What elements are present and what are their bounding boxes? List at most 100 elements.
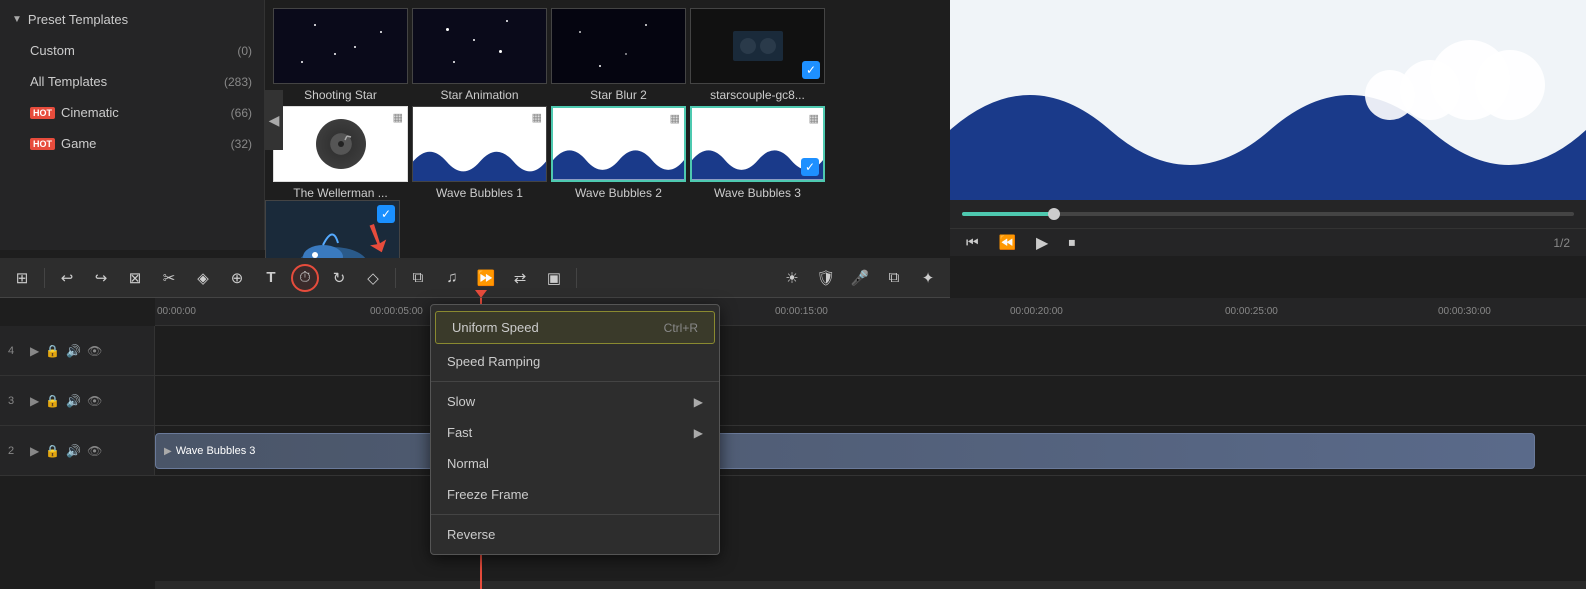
game-label: Game bbox=[61, 136, 231, 151]
track-row-2: 2 ▶ 🔒 🔊 👁 ▶ Wave Bubbles 3 bbox=[0, 426, 1586, 476]
track-3-content[interactable] bbox=[155, 376, 1586, 425]
track-3-audio[interactable]: 🔊 bbox=[66, 394, 81, 408]
grid-btn[interactable]: ⊞ bbox=[8, 264, 36, 292]
fast-arrow: ▶ bbox=[694, 426, 703, 440]
divider-3 bbox=[576, 268, 577, 288]
audio-eq-btn[interactable]: ♫ bbox=[438, 264, 466, 292]
crop-btn[interactable]: ⊕ bbox=[223, 264, 251, 292]
track-4-lock[interactable]: 🔒 bbox=[45, 344, 60, 358]
pip-btn[interactable]: ▣ bbox=[540, 264, 568, 292]
template-wellerman[interactable]: ▦ The Wellerman ... bbox=[273, 106, 408, 200]
track-2-play[interactable]: ▶ bbox=[30, 444, 39, 458]
sidebar: ▼ Preset Templates Custom (0) All Templa… bbox=[0, 0, 265, 250]
transition-btn[interactable]: ⇄ bbox=[506, 264, 534, 292]
wave-bubbles-3-clip[interactable]: ▶ Wave Bubbles 3 bbox=[155, 433, 1535, 469]
thumb-wave-bubbles-1: ▦ bbox=[412, 106, 547, 182]
thumb-star-animation bbox=[412, 8, 547, 84]
keyframe-btn[interactable]: ◇ bbox=[359, 264, 387, 292]
track-4-content[interactable] bbox=[155, 326, 1586, 375]
tag-btn[interactable]: ◈ bbox=[189, 264, 217, 292]
menu-item-normal[interactable]: Normal bbox=[431, 448, 719, 479]
thumb-shooting-star bbox=[273, 8, 408, 84]
ruler-mark-3: 00:00:15:00 bbox=[775, 306, 828, 317]
sidebar-preset-label: Preset Templates bbox=[28, 12, 252, 27]
hot-badge-cinematic: HOT bbox=[30, 107, 55, 119]
ruler-mark-0: 00:00:00 bbox=[157, 306, 196, 317]
music-disc-icon bbox=[316, 119, 366, 169]
thumb-star-blur-2 bbox=[551, 8, 686, 84]
h-scrollbar[interactable] bbox=[155, 581, 1586, 589]
rotate-btn[interactable]: ↻ bbox=[325, 264, 353, 292]
redo-btn[interactable]: ↪ bbox=[87, 264, 115, 292]
ruler-marks: 00:00:00 00:00:05:00 00:00:10:00 00:00:1… bbox=[155, 298, 1586, 325]
playhead-arrow bbox=[475, 290, 487, 298]
ruler-mark-6: 00:00:30:00 bbox=[1438, 306, 1491, 317]
mic-btn[interactable]: 🎤 bbox=[846, 264, 874, 292]
menu-divider-1 bbox=[431, 381, 719, 382]
speed2-btn[interactable]: ⏩ bbox=[472, 264, 500, 292]
cinematic-label: Cinematic bbox=[61, 105, 231, 120]
progress-knob[interactable] bbox=[1048, 208, 1060, 220]
template-wave-bubbles-1[interactable]: ▦ Wave Bubbles 1 bbox=[412, 106, 547, 200]
track-row-4: 4 ▶ 🔒 🔊 👁 bbox=[0, 326, 1586, 376]
play-btn[interactable]: ▶ bbox=[1036, 233, 1048, 253]
nav-left-arrow[interactable]: ◀ bbox=[265, 90, 283, 150]
preview-area-bg bbox=[950, 0, 1586, 200]
track-2-eye[interactable]: 👁 bbox=[87, 444, 102, 458]
track-3-play[interactable]: ▶ bbox=[30, 394, 39, 408]
track-2-audio[interactable]: 🔊 bbox=[66, 444, 81, 458]
template-stars-couple[interactable]: ✓ starscouple-gc8... bbox=[690, 8, 825, 102]
progress-bar[interactable] bbox=[962, 212, 1574, 216]
back-btn[interactable]: ⏪ bbox=[999, 234, 1016, 251]
undo-btn[interactable]: ↩ bbox=[53, 264, 81, 292]
track-3-eye[interactable]: 👁 bbox=[87, 394, 102, 408]
stars-couple-check: ✓ bbox=[802, 61, 820, 79]
track-2-controls: 2 ▶ 🔒 🔊 👁 bbox=[0, 426, 155, 475]
film-icon-wellerman: ▦ bbox=[393, 111, 403, 124]
shooting-star-label: Shooting Star bbox=[304, 88, 377, 102]
template-wave-bubbles-3[interactable]: ✓ ▦ Wave Bubbles 3 bbox=[690, 106, 825, 200]
track-3-controls: 3 ▶ 🔒 🔊 👁 bbox=[0, 376, 155, 425]
track-2-lock[interactable]: 🔒 bbox=[45, 444, 60, 458]
timeline-ruler: 00:00:00 00:00:05:00 00:00:10:00 00:00:1… bbox=[155, 298, 1586, 326]
adjust-btn[interactable]: ⧉ bbox=[404, 264, 432, 292]
track-3-num: 3 bbox=[8, 395, 24, 407]
menu-item-freeze-frame[interactable]: Freeze Frame bbox=[431, 479, 719, 510]
layers-btn[interactable]: ⧉ bbox=[880, 264, 908, 292]
menu-item-fast[interactable]: Fast ▶ bbox=[431, 417, 719, 448]
speed-btn[interactable]: ⏱ bbox=[291, 264, 319, 292]
template-wave-bubbles-2[interactable]: ▦ Wave Bubbles 2 bbox=[551, 106, 686, 200]
track-4-controls: 4 ▶ 🔒 🔊 👁 bbox=[0, 326, 155, 375]
menu-item-uniform-speed[interactable]: Uniform Speed Ctrl+R bbox=[435, 311, 715, 344]
track-4-play[interactable]: ▶ bbox=[30, 344, 39, 358]
menu-item-reverse[interactable]: Reverse bbox=[431, 519, 719, 550]
all-templates-label: All Templates bbox=[30, 74, 224, 89]
template-shooting-star[interactable]: Shooting Star bbox=[273, 8, 408, 102]
cut-btn[interactable]: ✂ bbox=[155, 264, 183, 292]
wave-bubbles-1-label: Wave Bubbles 1 bbox=[436, 186, 523, 200]
sidebar-item-custom[interactable]: Custom (0) bbox=[0, 35, 264, 66]
template-star-animation[interactable]: Star Animation bbox=[412, 8, 547, 102]
sidebar-item-all-templates[interactable]: All Templates (283) bbox=[0, 66, 264, 97]
track-4-eye[interactable]: 👁 bbox=[87, 344, 102, 358]
text-btn[interactable]: T bbox=[257, 264, 285, 292]
track-2-content[interactable]: ▶ Wave Bubbles 3 bbox=[155, 426, 1586, 475]
prev-btn[interactable]: ⏮ bbox=[966, 234, 979, 251]
sidebar-item-preset-templates[interactable]: ▼ Preset Templates bbox=[0, 4, 264, 35]
track-4-audio[interactable]: 🔊 bbox=[66, 344, 81, 358]
sidebar-item-cinematic[interactable]: HOT Cinematic (66) bbox=[0, 97, 264, 128]
playback-controls: ⏮ ⏪ ▶ ⏹ 1/2 bbox=[950, 228, 1586, 256]
shield-btn[interactable]: 🛡 bbox=[812, 264, 840, 292]
stop-btn[interactable]: ⏹ bbox=[1068, 234, 1075, 251]
menu-item-slow[interactable]: Slow ▶ bbox=[431, 386, 719, 417]
star-blur-2-label: Star Blur 2 bbox=[590, 88, 647, 102]
cinematic-count: (66) bbox=[231, 106, 252, 120]
menu-item-speed-ramping[interactable]: Speed Ramping bbox=[431, 346, 719, 377]
template-star-blur-2[interactable]: Star Blur 2 bbox=[551, 8, 686, 102]
sun-btn[interactable]: ☀ bbox=[778, 264, 806, 292]
track-3-lock[interactable]: 🔒 bbox=[45, 394, 60, 408]
sidebar-item-game[interactable]: HOT Game (32) bbox=[0, 128, 264, 159]
progress-fill bbox=[962, 212, 1054, 216]
delete-btn[interactable]: ⊠ bbox=[121, 264, 149, 292]
star-burst-btn[interactable]: ✦ bbox=[914, 264, 942, 292]
